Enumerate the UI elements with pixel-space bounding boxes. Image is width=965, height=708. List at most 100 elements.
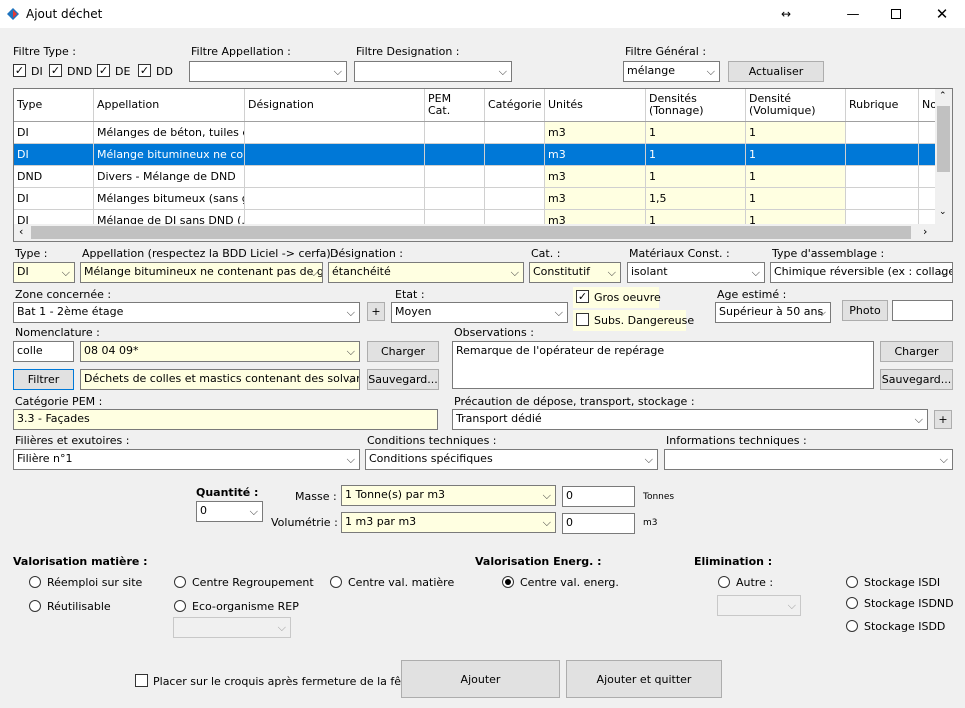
table-cell[interactable] (485, 188, 545, 209)
masse-select[interactable]: 1 Tonne(s) par m3 ⌵ (341, 485, 556, 506)
table-cell[interactable]: Divers - Mélange de DND (94, 166, 245, 187)
quantite-select[interactable]: 0 ⌵ (196, 501, 263, 522)
table-cell[interactable] (485, 166, 545, 187)
table-row[interactable]: DI Mélanges bitumeux (sans g... m3 1,5 1 (14, 188, 936, 210)
cat-select[interactable]: Constitutif ⌵ (529, 262, 621, 283)
observations-sauvegard-button[interactable]: Sauvegard... (880, 369, 953, 390)
table-cell[interactable] (425, 144, 485, 165)
ajouter-et-quitter-button[interactable]: Ajouter et quitter (566, 660, 722, 698)
volumetrie-qty-input[interactable]: 0 (562, 513, 635, 534)
gros-oeuvre-checkbox[interactable]: ✓ (576, 290, 589, 303)
table-cell[interactable]: Mélange bitumineux ne cont... (94, 144, 245, 165)
volumetrie-select[interactable]: 1 m3 par m3 ⌵ (341, 512, 556, 533)
table-cell[interactable] (846, 166, 919, 187)
filter-type-de-checkbox[interactable]: ✓ (97, 64, 110, 77)
stockage-isdi-radio[interactable] (846, 576, 858, 588)
table-cell[interactable] (846, 122, 919, 143)
col-densites-tonnage[interactable]: Densités (Tonnage) (646, 89, 746, 121)
stockage-isdd-radio[interactable] (846, 620, 858, 632)
add-precaution-button[interactable]: + (934, 410, 952, 429)
stockage-isdnd-radio[interactable] (846, 597, 858, 609)
assemblage-select[interactable]: Chimique réversible (ex : collage re ⌵ (770, 262, 953, 283)
reemploi-radio[interactable] (29, 576, 41, 588)
filter-appellation-select[interactable]: ⌵ (189, 61, 347, 82)
waste-grid[interactable]: Type Appellation Désignation PEM Cat. Ca… (13, 88, 953, 242)
ajouter-button[interactable]: Ajouter (401, 660, 560, 698)
nomenclature-desc-select[interactable]: Déchets de colles et mastics contenant d… (80, 369, 360, 390)
table-cell[interactable]: 1 (646, 166, 746, 187)
chevron-down-icon[interactable]: ⌄ (939, 207, 947, 217)
age-select[interactable]: Supérieur à 50 ans ⌵ (715, 302, 831, 323)
filter-type-di-checkbox[interactable]: ✓ (13, 64, 26, 77)
table-cell[interactable] (245, 166, 425, 187)
table-cell[interactable] (245, 188, 425, 209)
table-cell[interactable]: 1 (646, 144, 746, 165)
table-cell[interactable]: m3 (545, 188, 646, 209)
observations-textarea[interactable]: Remarque de l'opérateur de repérage (452, 341, 874, 389)
centre-regroupement-radio[interactable] (174, 576, 186, 588)
refresh-button[interactable]: Actualiser (728, 61, 824, 82)
col-categorie[interactable]: Catégorie (485, 89, 545, 121)
table-cell[interactable] (846, 188, 919, 209)
minimize-button[interactable]: — (830, 0, 876, 28)
pem-field[interactable]: 3.3 - Façades (13, 409, 438, 430)
table-cell[interactable]: 1 (646, 122, 746, 143)
grid-horizontal-scrollbar[interactable]: ‹ › (14, 224, 952, 241)
subs-dangereuse-checkbox[interactable] (576, 313, 589, 326)
filtrer-button[interactable]: Filtrer (13, 369, 74, 390)
type-select[interactable]: DI ⌵ (13, 262, 75, 283)
table-cell[interactable]: 1 (746, 122, 846, 143)
col-type[interactable]: Type (14, 89, 94, 121)
table-cell[interactable] (245, 122, 425, 143)
nomenclature-sauvegard-button[interactable]: Sauvegard... (367, 369, 439, 390)
eco-organisme-select[interactable]: ⌵ (173, 617, 291, 638)
placer-croquis-checkbox[interactable] (135, 674, 148, 687)
materiaux-select[interactable]: isolant ⌵ (627, 262, 765, 283)
table-cell[interactable]: Mélanges bitumeux (sans g... (94, 188, 245, 209)
precaution-select[interactable]: Transport dédié ⌵ (452, 409, 928, 430)
grid-vertical-scrollbar[interactable]: ⌃ ⌄ (935, 89, 952, 225)
photo-button[interactable]: Photo (842, 300, 888, 321)
chevron-right-icon[interactable]: › (923, 225, 927, 238)
table-cell[interactable] (425, 122, 485, 143)
autre-select[interactable]: ⌵ (717, 595, 801, 616)
col-densite-volumique[interactable]: Densité (Volumique) (746, 89, 846, 121)
table-row[interactable]: DND Divers - Mélange de DND m3 1 1 (14, 166, 936, 188)
maximize-button[interactable] (873, 0, 919, 28)
chevron-up-icon[interactable]: ⌃ (939, 91, 947, 101)
table-cell[interactable]: m3 (545, 166, 646, 187)
centre-val-energ-radio[interactable] (502, 576, 514, 588)
filter-type-dd-checkbox[interactable]: ✓ (138, 64, 151, 77)
table-cell[interactable] (425, 166, 485, 187)
centre-val-matiere-radio[interactable] (330, 576, 342, 588)
table-cell[interactable]: Mélanges de béton, tuiles et... (94, 122, 245, 143)
filieres-select[interactable]: Filière n°1 ⌵ (13, 449, 360, 470)
col-rubrique[interactable]: Rubrique (846, 89, 919, 121)
reutilisable-radio[interactable] (29, 600, 41, 612)
etat-select[interactable]: Moyen ⌵ (391, 302, 568, 323)
appellation-select[interactable]: Mélange bitumineux ne contenant pas de g… (80, 262, 323, 283)
table-row[interactable]: DIMélanges de béton, tuiles et...m311 (14, 122, 936, 144)
table-cell[interactable] (485, 144, 545, 165)
table-cell[interactable]: DI (14, 144, 94, 165)
nomenclature-search-input[interactable]: colle (13, 341, 74, 362)
table-row[interactable]: DIMélange bitumineux ne cont...m311 (14, 144, 936, 166)
designation-select[interactable]: étanchéité ⌵ (328, 262, 524, 283)
scroll-thumb[interactable] (31, 226, 911, 239)
table-cell[interactable]: DND (14, 166, 94, 187)
nomenclature-charger-button[interactable]: Charger (367, 341, 439, 362)
table-cell[interactable]: m3 (545, 144, 646, 165)
table-cell[interactable]: 1 (746, 144, 846, 165)
table-cell[interactable]: DI (14, 188, 94, 209)
table-cell[interactable]: 1,5 (646, 188, 746, 209)
table-cell[interactable] (245, 144, 425, 165)
table-cell[interactable]: DI (14, 122, 94, 143)
scroll-thumb[interactable] (937, 106, 950, 172)
col-pem-cat[interactable]: PEM Cat. (425, 89, 485, 121)
filter-designation-select[interactable]: ⌵ (354, 61, 512, 82)
col-designation[interactable]: Désignation (245, 89, 425, 121)
nomenclature-code-select[interactable]: 08 04 09* ⌵ (80, 341, 360, 362)
conditions-select[interactable]: Conditions spécifiques ⌵ (365, 449, 658, 470)
observations-charger-button[interactable]: Charger (880, 341, 953, 362)
autre-radio[interactable] (718, 576, 730, 588)
